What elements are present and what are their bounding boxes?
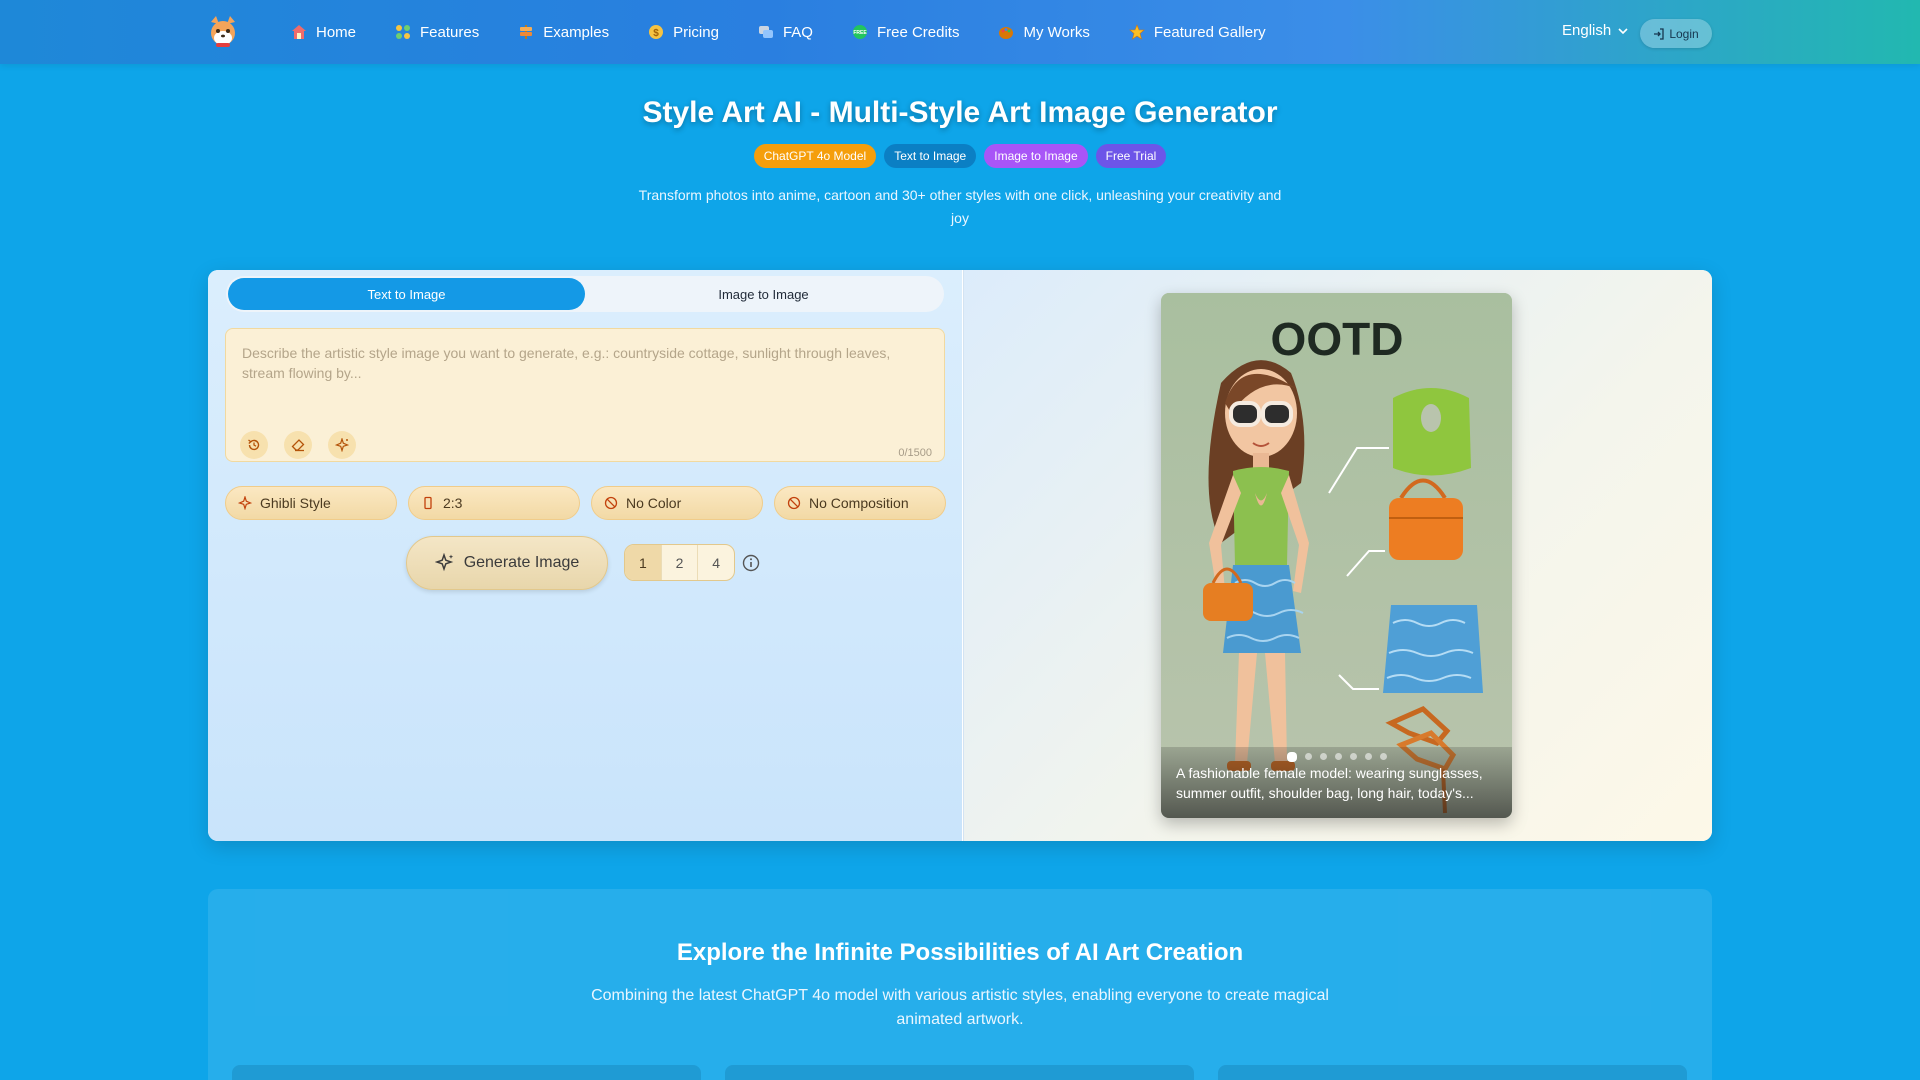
nav-free-credits-label: Free Credits [876, 23, 960, 41]
image-count-selector: 1 2 4 [624, 544, 735, 581]
signpost-icon [517, 23, 535, 41]
tag-image-to-image: Image to Image [984, 144, 1088, 168]
carousel-dot-3[interactable] [1319, 753, 1327, 760]
nav-features-label: Features [420, 23, 480, 41]
tag-free-trial: Free Trial [1095, 144, 1167, 168]
nav-faq-label: FAQ [782, 23, 813, 41]
nav-pricing-label: Pricing [673, 23, 719, 41]
language-label: English [1562, 22, 1612, 39]
count-option-1[interactable]: 1 [625, 545, 662, 580]
mode-tabs: Text to Image Image to Image [226, 276, 944, 312]
nav-my-works[interactable]: My Works [997, 23, 1090, 41]
carousel-dot-6[interactable] [1364, 753, 1372, 760]
nav-free-credits[interactable]: FREE Free Credits [851, 23, 960, 41]
hero-subtitle: Transform photos into anime, cartoon and… [638, 187, 1282, 226]
history-button[interactable] [240, 431, 268, 459]
coin-icon: $ [647, 23, 665, 41]
carousel-dot-7[interactable] [1379, 753, 1387, 760]
nav-featured-gallery[interactable]: Featured Gallery [1128, 23, 1266, 41]
prompt-box: 0/1500 [225, 328, 945, 462]
tab-image-to-image[interactable]: Image to Image [585, 278, 942, 310]
language-selector[interactable]: English [1562, 22, 1629, 39]
carousel-dots [1161, 752, 1512, 762]
generator-controls: Text to Image Image to Image 0/1500 [208, 270, 962, 841]
nav-my-works-label: My Works [1023, 23, 1090, 41]
svg-text:$: $ [653, 28, 659, 39]
color-value: No Color [626, 495, 682, 511]
sparkle-icon [238, 496, 252, 510]
nav-faq[interactable]: FAQ [757, 23, 813, 41]
sparkle-icon [434, 553, 453, 572]
explore-card [232, 1065, 701, 1080]
option-row: Ghibli Style 2:3 No Color No Composition [225, 486, 957, 520]
clear-button[interactable] [284, 431, 312, 459]
chat-icon [757, 23, 775, 41]
palette-icon [997, 23, 1015, 41]
style-value: Ghibli Style [260, 495, 331, 511]
preview-area: OOTD A fashionable female model: wearing… [963, 270, 1712, 841]
ratio-select[interactable]: 2:3 [408, 486, 580, 520]
login-label: Login [1669, 26, 1699, 41]
explore-subtitle: Combining the latest ChatGPT 4o model wi… [591, 987, 1329, 1028]
nav-features[interactable]: Features [394, 23, 479, 41]
explore-section: Explore the Infinite Possibilities of AI… [208, 889, 1712, 1080]
svg-text:FREE: FREE [853, 30, 867, 36]
star-icon [1128, 23, 1146, 41]
carousel-dot-2[interactable] [1304, 753, 1312, 760]
nav-examples-label: Examples [543, 23, 610, 41]
feature-tags: ChatGPT 4o Model Text to Image Image to … [0, 144, 1920, 168]
eraser-icon [291, 439, 305, 452]
ban-icon [787, 496, 801, 510]
style-select[interactable]: Ghibli Style [225, 486, 397, 520]
explore-title: Explore the Infinite Possibilities of AI… [676, 939, 1244, 966]
history-icon [248, 439, 260, 451]
home-icon [290, 23, 308, 41]
generate-label: Generate Image [463, 554, 580, 571]
enhance-prompt-button[interactable] [328, 431, 356, 459]
ban-icon [604, 496, 618, 510]
composition-value: No Composition [809, 495, 909, 511]
info-icon[interactable] [742, 554, 760, 572]
char-counter: 0/1500 [898, 447, 932, 459]
generator-panel: Text to Image Image to Image 0/1500 [208, 270, 1712, 841]
explore-card [1218, 1065, 1687, 1080]
logo-icon[interactable] [206, 14, 240, 48]
example-caption: A fashionable female model: wearing sung… [1176, 765, 1483, 801]
carousel-dot-4[interactable] [1334, 753, 1342, 760]
nav-examples[interactable]: Examples [517, 23, 609, 41]
nav-home[interactable]: Home [290, 23, 356, 41]
page-title: Style Art AI - Multi-Style Art Image Gen… [642, 96, 1278, 129]
grid-icon [394, 23, 412, 41]
nav-featured-gallery-label: Featured Gallery [1153, 23, 1266, 41]
tag-chatgpt-model: ChatGPT 4o Model [753, 144, 877, 168]
carousel-dot-1[interactable] [1286, 752, 1297, 762]
color-select[interactable]: No Color [591, 486, 763, 520]
example-card[interactable]: OOTD A fashionable female model: wearing… [1161, 293, 1512, 818]
portrait-ratio-icon [424, 496, 432, 510]
example-image: OOTD [1161, 293, 1512, 818]
count-option-4[interactable]: 4 [698, 545, 734, 580]
explore-card [725, 1065, 1194, 1080]
composition-select[interactable]: No Composition [774, 486, 946, 520]
prompt-tools [240, 431, 372, 459]
nav-links: Home Features Examples $ Pricing FAQ FRE… [290, 0, 1304, 64]
login-icon [1654, 27, 1664, 40]
carousel-dot-5[interactable] [1349, 753, 1357, 760]
nav-pricing[interactable]: $ Pricing [647, 23, 719, 41]
tab-text-to-image[interactable]: Text to Image [228, 278, 585, 310]
count-option-2[interactable]: 2 [662, 545, 699, 580]
ootd-heading: OOTD [1271, 313, 1404, 365]
tag-text-to-image: Text to Image [884, 144, 977, 168]
generate-button[interactable]: Generate Image [406, 536, 608, 590]
free-icon: FREE [851, 23, 869, 41]
sparkle-icon [335, 438, 349, 452]
nav-home-label: Home [316, 23, 357, 41]
login-button[interactable]: Login [1640, 19, 1712, 48]
chevron-down-icon [1618, 27, 1628, 34]
top-nav: Home Features Examples $ Pricing FAQ FRE… [0, 0, 1920, 64]
ratio-value: 2:3 [443, 495, 463, 511]
